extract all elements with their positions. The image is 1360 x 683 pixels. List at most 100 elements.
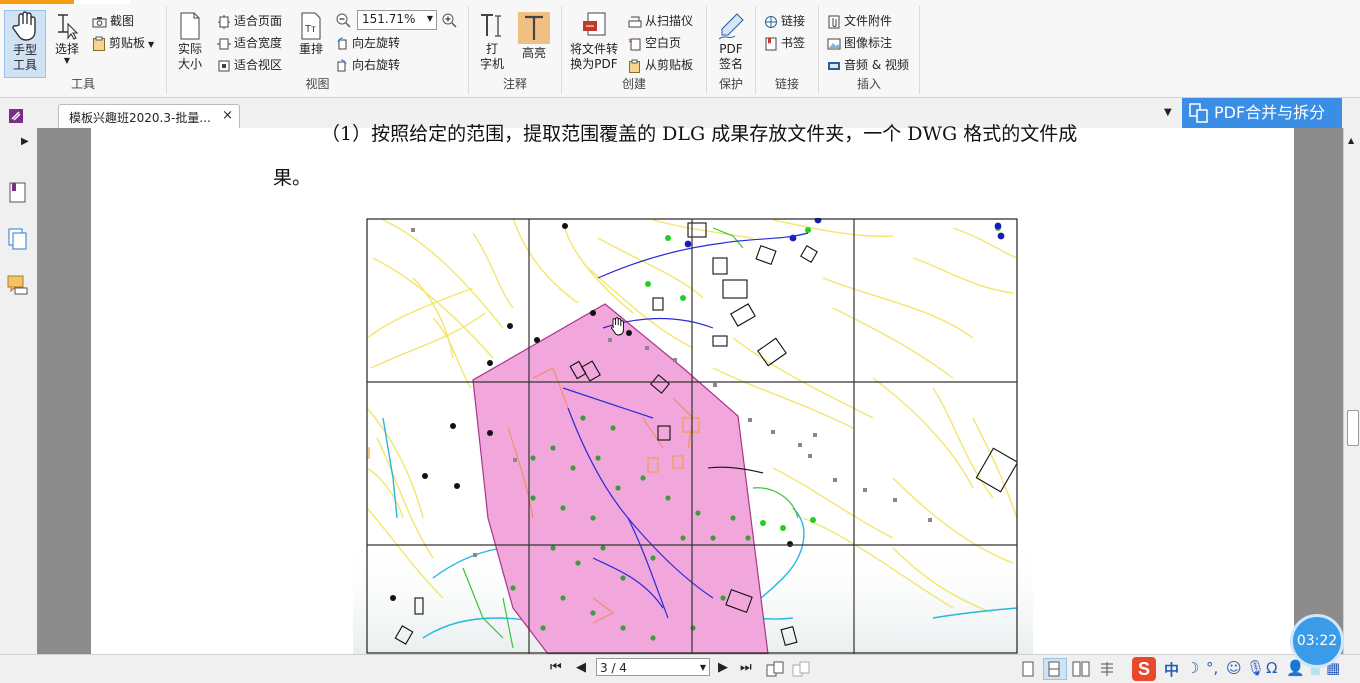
timer-value: 03:22 [1296,633,1338,649]
pdf-page: （1）按照给定的范围，提取范围覆盖的 DLG 成果存放文件夹，一个 DWG 格式… [91,123,1294,654]
facing-view-icon[interactable] [1072,661,1090,677]
highlight-button[interactable]: 高亮 [517,12,551,76]
rotate-right-button[interactable]: 向右旋转 [335,56,400,74]
group-protect: PDF 签名 保护 [707,6,756,94]
hand-tool-label: 手型 工具 [12,43,37,72]
document-tab[interactable]: 模板兴趣班2020.3-批量... × [58,104,240,129]
ribbon-toolbar: 手型 工具 选择 ▼ 截图 剪贴板 ▼ 工具 实际 大小 适合页面 适合宽度 适合… [0,0,1360,98]
previous-view-icon[interactable] [766,661,784,677]
select-cursor-icon [58,14,79,40]
ime-chinese-mode[interactable]: 中 [1164,659,1179,680]
split-view-icon[interactable] [1099,661,1115,677]
actual-size-label: 实际 大小 [177,42,202,71]
convert-to-pdf-button[interactable]: 将文件转 换为PDF [566,12,622,82]
ime-emoji-icon[interactable]: ☺ [1226,659,1242,677]
blank-page-label: 空白页 [645,36,682,50]
group-label-create: 创建 [621,77,646,91]
next-page-icon[interactable]: ▶ [718,660,728,675]
navigation-panel: ▶ [0,128,40,654]
tab-list-dropdown-icon[interactable]: ▼ [1164,107,1172,118]
paperclip-icon [828,15,840,28]
from-scanner-button[interactable]: 从扫描仪 [628,12,693,30]
bookmark-button[interactable]: 书签 [764,34,805,52]
clipboard-dropdown-icon[interactable]: ▼ [148,40,154,49]
svg-text:Tт: Tт [305,24,316,35]
select-tool-button[interactable]: 选择 ▼ [50,12,84,76]
highlight-text-icon [525,15,543,40]
image-annotation-button[interactable]: 图像标注 [827,34,892,52]
reflow-button[interactable]: Tт 重排 [295,12,327,76]
highlight-icon-box [518,12,550,44]
audio-video-label: 音频 & 视频 [844,58,909,72]
rotate-right-icon [337,58,347,71]
ime-omega-icon[interactable]: Ω [1266,659,1277,677]
document-tab-title: 模板兴趣班2020.3-批量... [69,111,211,125]
rotate-left-button[interactable]: 向左旋转 [335,34,400,52]
group-tools: 手型 工具 选择 ▼ 截图 剪贴板 ▼ 工具 [0,6,167,94]
last-page-icon[interactable]: ⏭ [740,660,752,675]
page-dropdown-icon[interactable]: ▼ [700,659,706,677]
scroll-up-icon[interactable]: ▲ [1348,136,1354,145]
zoom-out-icon[interactable] [335,12,351,28]
pdf-sign-button[interactable]: PDF 签名 [713,12,749,82]
select-dropdown-icon[interactable]: ▼ [50,57,84,65]
group-insert: 文件附件 图像标注 音频 & 视频 插入 [819,6,920,94]
camera-icon [92,16,107,27]
from-clipboard-label: 从剪贴板 [645,58,694,72]
scroll-thumb[interactable] [1347,410,1359,446]
page-number-input[interactable]: 3 / 4 ▼ [596,658,710,676]
from-clipboard-icon [629,59,640,73]
select-tool-label: 选择 [54,42,79,56]
link-button[interactable]: 链接 [764,12,805,30]
app-logo-icon[interactable] [8,108,24,124]
recording-timer-badge[interactable]: 03:22 [1290,614,1344,668]
expand-panel-icon[interactable]: ▶ [21,136,29,147]
actual-size-icon [180,12,200,40]
typewriter-button[interactable]: 打 字机 [475,12,509,82]
zoom-dropdown-icon[interactable]: ▼ [427,14,433,23]
hand-tool-button[interactable]: 手型 工具 [4,10,46,78]
fit-page-button[interactable]: 适合页面 [217,12,282,30]
clipboard-button[interactable]: 剪贴板 ▼ [92,34,154,52]
first-page-icon[interactable]: ⏮ [550,660,562,675]
link-icon [765,15,777,28]
reflow-icon: Tт [301,12,321,40]
ime-moon-icon[interactable]: ☽ [1186,659,1199,677]
close-tab-icon[interactable]: × [222,108,233,123]
actual-size-button[interactable]: 实际 大小 [173,12,207,82]
pdf-merge-split-button[interactable]: PDF合并与拆分 [1182,98,1342,128]
image-icon [827,38,841,49]
blank-page-button[interactable]: 空白页 [628,34,681,52]
ime-punct-icon[interactable]: °, [1206,659,1218,677]
group-label-view: 视图 [305,77,330,91]
rotate-right-label: 向右旋转 [352,58,401,72]
fit-view-icon [218,60,230,71]
sogou-logo-icon[interactable]: S [1132,657,1156,681]
page-indicator: 3 / 4 [600,661,627,675]
ime-mic-icon[interactable]: 🎙 [1246,659,1265,677]
fit-view-button[interactable]: 适合视区 [217,56,282,74]
zoom-in-icon[interactable] [441,12,457,28]
audio-video-button[interactable]: 音频 & 视频 [827,56,909,74]
fit-page-icon [218,14,230,29]
bookmark-icon [765,37,777,50]
previous-page-icon[interactable]: ◀ [576,660,586,675]
vertical-scrollbar[interactable]: ▲ [1343,128,1360,654]
convert-pdf-icon [583,12,606,36]
extraction-range-polygon [472,303,769,654]
screenshot-button[interactable]: 截图 [92,12,134,30]
link-label: 链接 [781,14,806,28]
next-view-icon[interactable] [792,661,810,677]
fit-width-button[interactable]: 适合宽度 [217,34,282,52]
screenshot-label: 截图 [110,14,135,28]
bookmark-panel-icon[interactable] [8,182,28,204]
zoom-select[interactable]: 151.71% ▼ [357,10,437,30]
from-clipboard-button[interactable]: 从剪贴板 [628,56,693,74]
pages-panel-icon[interactable] [8,228,28,250]
group-label-links: 链接 [774,77,799,91]
file-attachment-button[interactable]: 文件附件 [827,12,892,30]
single-page-view-icon[interactable] [1021,661,1035,677]
comments-panel-icon[interactable] [7,274,29,296]
from-scanner-label: 从扫描仪 [645,14,694,28]
blue-marker-points [684,218,1005,248]
